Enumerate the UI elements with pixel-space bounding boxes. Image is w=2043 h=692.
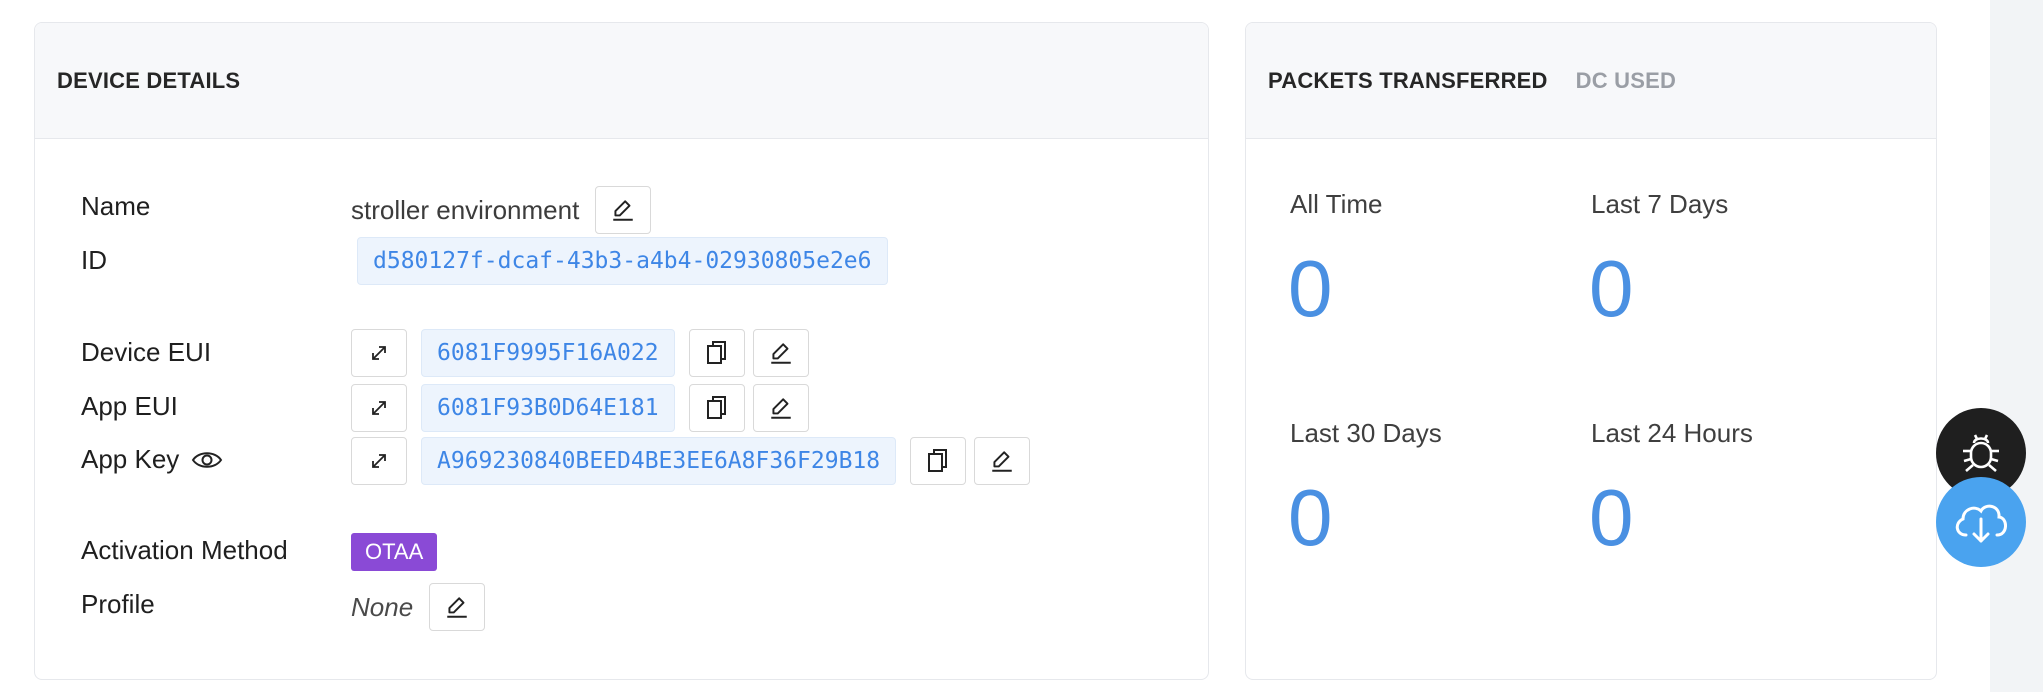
profile-label: Profile [81, 589, 155, 619]
activation-method-label: Activation Method [81, 535, 288, 565]
edit-app-eui-button[interactable] [752, 384, 809, 432]
page-scrollbar-track[interactable] [1990, 0, 2043, 692]
stat-last-24-hours-value: 0 [1589, 473, 1634, 562]
name-label: Name [81, 191, 151, 221]
expand-device-eui-button[interactable] [351, 329, 407, 377]
profile-value: None [351, 591, 414, 622]
device-details-card: DEVICE DETAILS Name stroller environment… [34, 22, 1209, 680]
id-label: ID [81, 245, 107, 275]
pencil-icon [992, 451, 1012, 472]
device-id-value: d580127f-dcaf-43b3-a4b4-02930805e2e6 [357, 237, 888, 285]
stat-last-30-days-label: Last 30 Days [1290, 418, 1442, 448]
copy-app-key-button[interactable] [910, 437, 967, 485]
copy-icon [706, 396, 726, 419]
app-key-label: App Key [81, 444, 223, 475]
expand-app-eui-button[interactable] [351, 384, 407, 432]
expand-icon [372, 401, 386, 415]
edit-profile-button[interactable] [429, 583, 486, 631]
app-eui-label: App EUI [81, 391, 178, 421]
device-name-value: stroller environment [351, 194, 580, 225]
edit-device-eui-button[interactable] [752, 329, 809, 377]
expand-app-key-button[interactable] [351, 437, 407, 485]
tab-dc-used[interactable]: DC USED [1576, 68, 1676, 94]
pencil-icon [770, 398, 791, 419]
stat-last-24-hours-label: Last 24 Hours [1591, 418, 1753, 448]
device-eui-value: 6081F9995F16A022 [421, 329, 675, 377]
stat-all-time-value: 0 [1288, 244, 1333, 333]
tab-packets-transferred[interactable]: PACKETS TRANSFERRED [1268, 68, 1548, 94]
edit-name-button[interactable] [595, 186, 652, 234]
app-eui-value: 6081F93B0D64E181 [421, 384, 675, 432]
expand-icon [372, 454, 386, 468]
cloud-download-icon [1955, 504, 2007, 543]
app-key-label-text: App Key [81, 444, 180, 474]
pencil-icon [613, 200, 634, 221]
copy-icon [706, 341, 726, 364]
app-key-value: A969230840BEED4BE3EE6A8F36F29B18 [421, 437, 897, 485]
stat-all-time-label: All Time [1290, 189, 1383, 219]
device-details-title: DEVICE DETAILS [57, 67, 241, 93]
activation-method-badge: OTAA [351, 533, 438, 571]
stat-last-7-days-label: Last 7 Days [1591, 189, 1729, 219]
pencil-icon [770, 343, 791, 364]
copy-device-eui-button[interactable] [688, 329, 745, 377]
pencil-icon [447, 597, 467, 618]
bug-icon [1963, 434, 1999, 472]
stat-last-30-days-value: 0 [1288, 473, 1333, 562]
device-details-header: DEVICE DETAILS [35, 23, 1208, 139]
copy-icon [928, 449, 948, 472]
stat-last-7-days-value: 0 [1589, 244, 1634, 333]
expand-icon [372, 346, 386, 360]
eye-icon[interactable] [191, 449, 223, 471]
download-button[interactable] [1936, 477, 2026, 567]
device-eui-label: Device EUI [81, 337, 212, 367]
packets-card: PACKETS TRANSFERRED DC USED All Time 0 L… [1245, 22, 1937, 680]
packets-header: PACKETS TRANSFERRED DC USED [1246, 23, 1936, 139]
edit-app-key-button[interactable] [974, 437, 1031, 485]
copy-app-eui-button[interactable] [688, 384, 745, 432]
